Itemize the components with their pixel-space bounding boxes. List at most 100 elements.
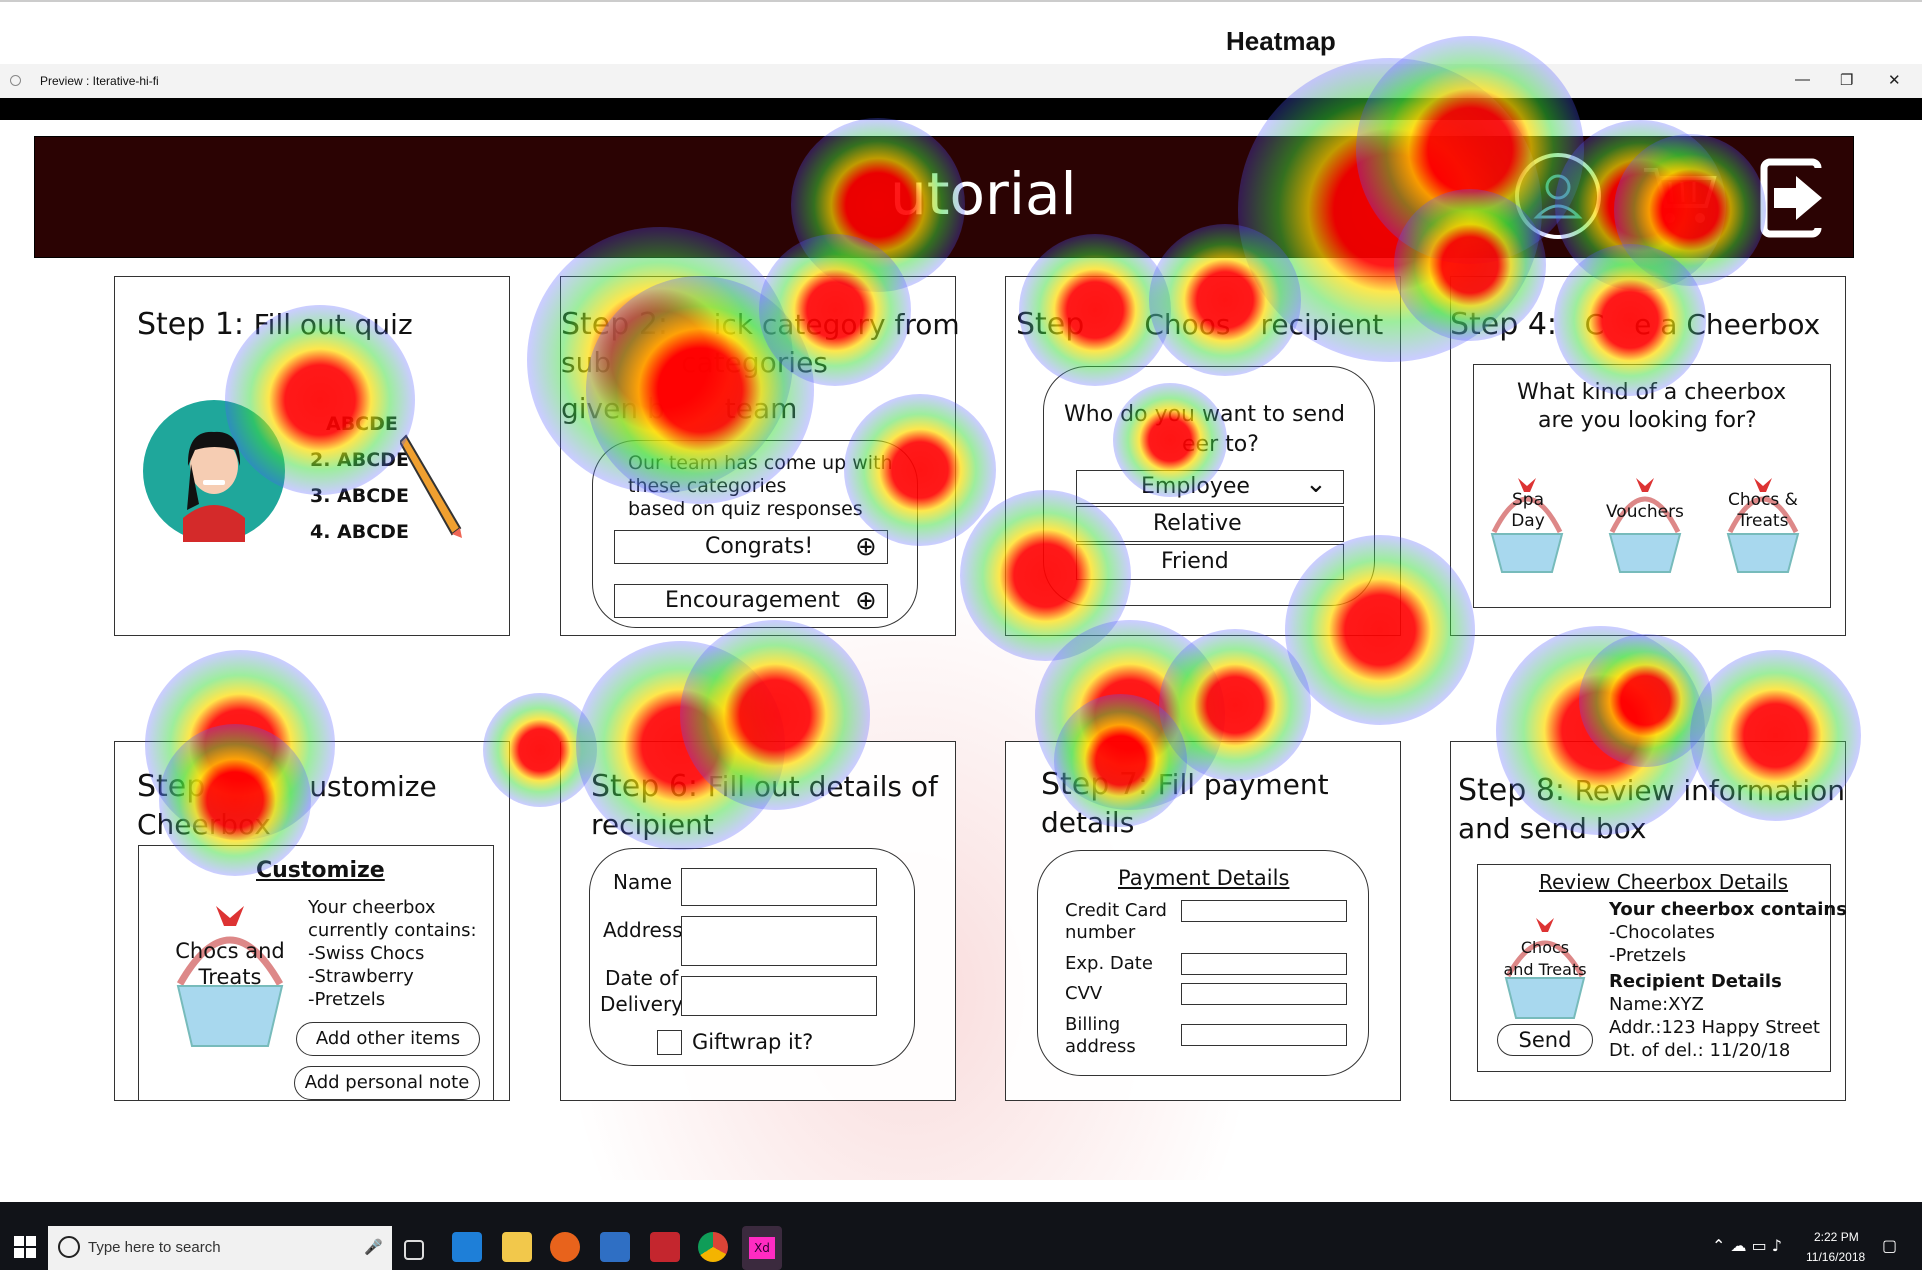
cheerbox-question-line2: are you looking for? xyxy=(1538,408,1757,433)
basket-label: Chocs & Treats xyxy=(1728,490,1798,531)
app-icon-orange[interactable] xyxy=(550,1232,580,1262)
credit-card-label: Credit Card xyxy=(1065,900,1167,921)
avatar xyxy=(143,400,285,542)
cortana-icon xyxy=(58,1236,80,1258)
window-titlebar: Preview : Iterative-hi-fi — ❐ ✕ xyxy=(0,64,1922,99)
step-1-heading: Step 1: Fill out quiz xyxy=(137,307,413,342)
option-label: Relative xyxy=(1153,511,1242,536)
step-2-heading: Step 2: ick category from xyxy=(561,307,960,342)
plus-circle-icon[interactable]: ⊕ xyxy=(855,586,877,616)
selected-option: Employee xyxy=(1141,474,1250,499)
category-label: Encouragement xyxy=(665,588,840,613)
microphone-icon[interactable]: 🎤 xyxy=(364,1238,383,1256)
add-other-items-button[interactable]: Add other items xyxy=(296,1022,480,1056)
delivery-date-label: Date of xyxy=(605,966,679,990)
cvv-label: CVV xyxy=(1065,983,1103,1004)
billing-address-label: Billing xyxy=(1065,1014,1121,1035)
step-5-heading: Step ustomize xyxy=(137,769,437,804)
basket-label: Vouchers xyxy=(1606,502,1684,522)
clock-date: 11/16/2018 xyxy=(1806,1250,1866,1264)
logout-icon[interactable] xyxy=(1760,158,1828,238)
basket-label: Chocs xyxy=(1520,938,1570,957)
cvv-field[interactable] xyxy=(1181,983,1347,1005)
category-label: Congrats! xyxy=(705,534,814,559)
plus-circle-icon[interactable]: ⊕ xyxy=(855,532,877,562)
category-congrats[interactable]: Congrats! ⊕ xyxy=(614,530,888,564)
cart-icon[interactable] xyxy=(1640,160,1720,230)
billing-address-label-line2: address xyxy=(1065,1036,1136,1057)
step-6-heading-line2: recipient xyxy=(591,808,714,841)
step-8-heading-line2: and send box xyxy=(1458,812,1647,845)
restore-button[interactable]: ❐ xyxy=(1840,71,1853,89)
basket-chocs-treats[interactable]: Chocs & Treats xyxy=(1722,472,1804,578)
search-placeholder: Type here to search xyxy=(88,1239,221,1256)
basket-label-line2: and Treats xyxy=(1503,960,1587,979)
step-6-heading: Step 6: Fill out details of xyxy=(591,769,938,804)
exp-date-field[interactable] xyxy=(1181,953,1347,975)
add-personal-note-button[interactable]: Add personal note xyxy=(294,1066,480,1100)
adobe-xd-icon[interactable]: Xd xyxy=(742,1226,782,1270)
recipient-option-friend[interactable]: Friend xyxy=(1076,544,1344,580)
heatmap-title-bar: Heatmap xyxy=(0,0,1922,66)
recipient-select[interactable]: Employee ⌄ xyxy=(1076,469,1344,504)
send-button[interactable]: Send xyxy=(1497,1024,1593,1056)
page-title: Heatmap xyxy=(1226,26,1336,56)
recipient-option-relative[interactable]: Relative xyxy=(1076,506,1344,542)
category-encouragement[interactable]: Encouragement ⊕ xyxy=(614,584,888,618)
taskbar-search[interactable]: Type here to search 🎤 xyxy=(48,1226,392,1270)
tray-icons[interactable]: ⌃ ☁ ▭ ♪ xyxy=(1712,1236,1782,1255)
step-7-heading: Step 7: Fill payment xyxy=(1041,767,1329,802)
app-icon xyxy=(10,75,21,86)
basket-label: Chocs and Treats xyxy=(175,939,285,989)
edge-icon[interactable] xyxy=(452,1232,482,1262)
basket-vouchers[interactable]: Vouchers xyxy=(1604,472,1686,578)
step-7-heading-line2: details xyxy=(1041,806,1135,839)
divider xyxy=(0,98,1922,120)
step-3-heading: Step Choos recipient xyxy=(1016,307,1384,342)
powershell-icon[interactable] xyxy=(600,1232,630,1262)
review-heading: Review Cheerbox Details xyxy=(1539,870,1789,894)
notifications-icon[interactable]: ▢ xyxy=(1882,1236,1897,1255)
billing-address-field[interactable] xyxy=(1181,1024,1347,1046)
category-intro: Our team has come up with these categorie… xyxy=(628,452,893,520)
pencil-icon xyxy=(398,430,470,540)
minimize-button[interactable]: — xyxy=(1795,71,1810,88)
cheerbox-question: What kind of a cheerbox xyxy=(1517,380,1787,405)
name-label: Name xyxy=(613,870,673,894)
basket-spa-day[interactable]: Spa Day xyxy=(1486,472,1568,578)
chrome-icon[interactable] xyxy=(698,1232,728,1262)
basket-chocs-treats: Chocs and Treats xyxy=(170,900,290,1052)
recipient-question: Who do you want to send xyxy=(1064,402,1346,427)
review-details: Your cheerbox contains -Chocolates -Pretz… xyxy=(1609,899,1847,1061)
task-view-icon[interactable] xyxy=(404,1240,424,1260)
step-4-heading: Step 4: Ce a Cheerbox xyxy=(1450,307,1821,342)
delivery-date-label-line2: Delivery xyxy=(600,992,684,1016)
cheerbox-contents: Your cheerbox currently contains: -Swiss … xyxy=(308,897,477,1010)
giftwrap-checkbox[interactable] xyxy=(657,1030,682,1055)
basket-chocs-treats: Chocs and Treats xyxy=(1500,914,1590,1022)
clock-time: 2:22 PM xyxy=(1814,1230,1859,1244)
app-icon-red[interactable] xyxy=(650,1232,680,1262)
credit-card-field[interactable] xyxy=(1181,900,1347,922)
delivery-date-field[interactable] xyxy=(681,976,877,1016)
option-label: Friend xyxy=(1161,549,1229,574)
exp-date-label: Exp. Date xyxy=(1065,953,1153,974)
windows-start-icon[interactable] xyxy=(14,1236,36,1258)
address-field[interactable] xyxy=(681,916,877,966)
credit-card-label-line2: number xyxy=(1065,922,1136,943)
step-5-heading-line2: Cheerbox xyxy=(137,808,271,841)
name-field[interactable] xyxy=(681,868,877,906)
step-2-heading-line3: given b team xyxy=(561,392,798,425)
step-8-heading: Step 8: Review information xyxy=(1458,773,1845,808)
customize-heading: Customize xyxy=(256,858,385,883)
recipient-question-line2: eer to? xyxy=(1182,432,1259,457)
giftwrap-label: Giftwrap it? xyxy=(692,1030,814,1054)
payment-heading: Payment Details xyxy=(1118,866,1290,890)
window-title: Preview : Iterative-hi-fi xyxy=(40,74,159,88)
close-button[interactable]: ✕ xyxy=(1888,71,1901,89)
file-explorer-icon[interactable] xyxy=(502,1232,532,1262)
chevron-down-icon[interactable]: ⌄ xyxy=(1305,469,1327,499)
profile-icon[interactable] xyxy=(1515,153,1601,239)
step-2-heading-line2: sub categories xyxy=(561,346,828,379)
address-label: Address xyxy=(603,918,683,942)
